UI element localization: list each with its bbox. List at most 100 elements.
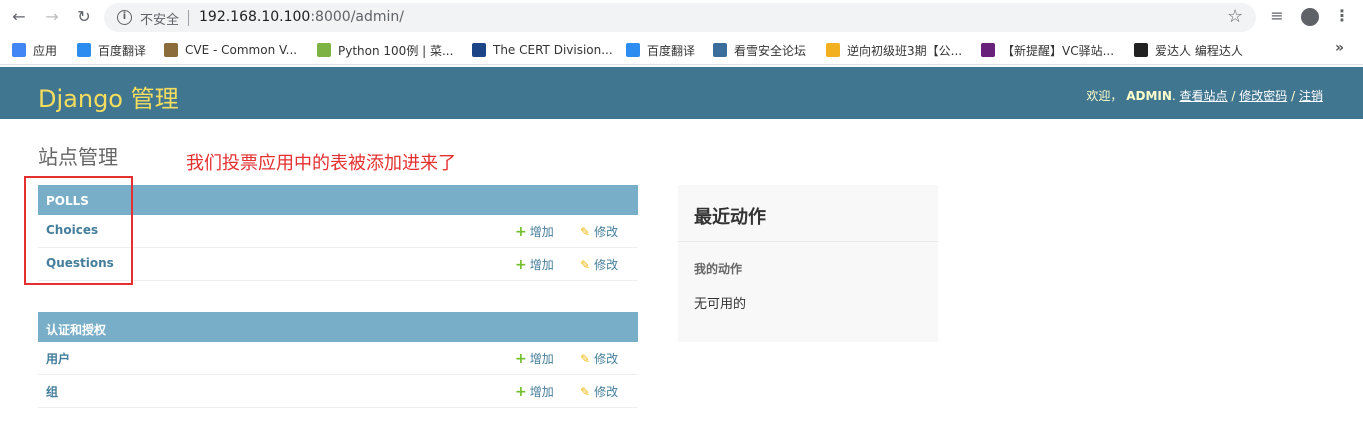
pencil-icon: ✎ bbox=[580, 385, 591, 399]
bookmark-item[interactable]: 百度翻译 bbox=[626, 41, 695, 59]
cert-icon bbox=[472, 43, 486, 57]
bookmark-item[interactable]: 【新提醒】VC驿站... bbox=[981, 41, 1114, 59]
translate-icon bbox=[626, 43, 640, 57]
bookmark-item[interactable]: 逆向初级班3期【公... bbox=[826, 41, 962, 59]
bookmark-label: 百度翻译 bbox=[98, 43, 147, 58]
bookmark-label: CVE - Common V... bbox=[185, 43, 298, 57]
no-actions-text: 无可用的 bbox=[694, 297, 747, 312]
omnibox-divider bbox=[188, 10, 189, 26]
add-label: 增加 bbox=[529, 225, 554, 239]
app-module-polls: Polls Choices + 增加 ✎ 修改 Questions + 增加 ✎ 修改 bbox=[38, 185, 638, 281]
trophy-icon bbox=[826, 43, 840, 57]
profile-avatar-icon[interactable] bbox=[1301, 8, 1319, 26]
separator: / bbox=[1231, 89, 1236, 103]
change-password-link[interactable]: 修改密码 bbox=[1239, 89, 1287, 103]
adaren-icon bbox=[1134, 43, 1148, 57]
url-host: 192.168.10.100 bbox=[199, 9, 311, 25]
pencil-icon: ✎ bbox=[580, 352, 591, 366]
annotation-text: 我们投票应用中的表被添加进来了 bbox=[186, 153, 456, 174]
welcome-text: 欢迎， bbox=[1086, 89, 1123, 103]
bookmark-label: 【新提醒】VC驿站... bbox=[1002, 43, 1115, 58]
site-branding[interactable]: Django 管理 bbox=[38, 79, 179, 114]
model-link-questions[interactable]: Questions bbox=[46, 256, 114, 270]
bookmark-item[interactable]: 应用 bbox=[12, 41, 57, 59]
bookmark-item[interactable]: 看雪安全论坛 bbox=[713, 41, 806, 59]
add-label: 增加 bbox=[529, 385, 554, 399]
not-secure-label: 不安全 bbox=[140, 13, 180, 28]
my-actions-heading: 我的动作 bbox=[694, 262, 743, 276]
user-tools: 欢迎， ADMIN. 查看站点 / 修改密码 / 注销 bbox=[1086, 87, 1323, 104]
url-path: :8000/admin/ bbox=[310, 9, 404, 25]
change-label: 修改 bbox=[594, 352, 619, 366]
pencil-icon: ✎ bbox=[580, 225, 591, 239]
plus-icon: + bbox=[515, 224, 527, 240]
period-sep: . bbox=[1171, 89, 1180, 103]
add-label: 增加 bbox=[529, 352, 554, 366]
view-site-link[interactable]: 查看站点 bbox=[1180, 89, 1228, 103]
back-arrow-icon[interactable]: ← bbox=[8, 6, 30, 28]
plus-icon: + bbox=[515, 351, 527, 367]
bookmark-item[interactable]: CVE - Common V... bbox=[164, 41, 297, 59]
admin-header: Django 管理 欢迎， ADMIN. 查看站点 / 修改密码 / 注销 bbox=[0, 67, 1363, 119]
username: ADMIN bbox=[1126, 89, 1172, 103]
address-bar[interactable]: i 不安全 192.168.10.100:8000/admin/ ☆ bbox=[104, 3, 1256, 32]
add-link[interactable]: + 增加 bbox=[515, 383, 554, 400]
recent-actions-panel: 最近动作 我的动作 无可用的 bbox=[678, 185, 938, 342]
bookmark-label: 应用 bbox=[33, 43, 58, 58]
add-link[interactable]: + 增加 bbox=[515, 223, 554, 240]
model-row: 组 + 增加 ✎ 修改 bbox=[38, 375, 638, 408]
change-link[interactable]: ✎ 修改 bbox=[580, 350, 618, 367]
bookmark-item[interactable]: 百度翻译 bbox=[77, 41, 146, 59]
media-queue-icon[interactable]: ≡ bbox=[1266, 6, 1288, 25]
forward-arrow-icon[interactable]: → bbox=[41, 6, 63, 28]
add-link[interactable]: + 增加 bbox=[515, 350, 554, 367]
translate-icon bbox=[77, 43, 91, 57]
bookmark-item[interactable]: 爱达人 编程达人 bbox=[1134, 41, 1243, 59]
url-text[interactable]: 192.168.10.100:8000/admin/ bbox=[199, 9, 404, 25]
reload-icon[interactable]: ↻ bbox=[73, 6, 95, 28]
module-caption[interactable]: 认证和授权 bbox=[38, 312, 638, 342]
model-row: Questions + 增加 ✎ 修改 bbox=[38, 248, 638, 281]
divider bbox=[678, 241, 938, 242]
model-link-groups[interactable]: 组 bbox=[46, 383, 58, 400]
bookmark-label: 爱达人 编程达人 bbox=[1155, 43, 1243, 58]
cve-icon bbox=[164, 43, 178, 57]
model-link-users[interactable]: 用户 bbox=[46, 350, 70, 367]
bookmark-label: The CERT Division... bbox=[493, 43, 613, 57]
model-row: 用户 + 增加 ✎ 修改 bbox=[38, 342, 638, 375]
snowflake-icon bbox=[713, 43, 727, 57]
plus-icon: + bbox=[515, 384, 527, 400]
menu-kebab-icon[interactable]: ⋮ bbox=[1331, 6, 1353, 25]
bookmark-item[interactable]: Python 100例 | 菜... bbox=[317, 41, 453, 59]
app-module-auth: 认证和授权 用户 + 增加 ✎ 修改 组 + 增加 ✎ 修改 bbox=[38, 312, 638, 408]
change-label: 修改 bbox=[594, 258, 619, 272]
change-link[interactable]: ✎ 修改 bbox=[580, 223, 618, 240]
pencil-icon: ✎ bbox=[580, 258, 591, 272]
bookmark-star-icon[interactable]: ☆ bbox=[1227, 6, 1243, 27]
bookmark-label: 百度翻译 bbox=[647, 43, 696, 58]
info-icon[interactable]: i bbox=[117, 10, 132, 25]
bookmarks-bar: 应用 百度翻译 CVE - Common V... Python 100例 | 菜..… bbox=[0, 35, 1363, 65]
logout-link[interactable]: 注销 bbox=[1299, 89, 1323, 103]
change-label: 修改 bbox=[594, 385, 619, 399]
more-bookmarks-icon[interactable]: » bbox=[1335, 40, 1344, 56]
page-title: 站点管理 bbox=[38, 145, 118, 169]
bookmark-item[interactable]: The CERT Division... bbox=[472, 41, 613, 59]
bookmark-label: Python 100例 | 菜... bbox=[338, 43, 454, 58]
browser-toolbar: ← → ↻ i 不安全 192.168.10.100:8000/admin/ ☆… bbox=[0, 0, 1363, 35]
add-label: 增加 bbox=[529, 258, 554, 272]
runoob-icon bbox=[317, 43, 331, 57]
model-link-choices[interactable]: Choices bbox=[46, 223, 98, 237]
add-link[interactable]: + 增加 bbox=[515, 256, 554, 273]
change-label: 修改 bbox=[594, 225, 619, 239]
change-link[interactable]: ✎ 修改 bbox=[580, 256, 618, 273]
model-row: Choices + 增加 ✎ 修改 bbox=[38, 215, 638, 248]
module-caption[interactable]: Polls bbox=[38, 185, 638, 215]
plus-icon: + bbox=[515, 257, 527, 273]
recent-actions-title: 最近动作 bbox=[694, 207, 766, 228]
change-link[interactable]: ✎ 修改 bbox=[580, 383, 618, 400]
bookmark-label: 看雪安全论坛 bbox=[734, 43, 807, 58]
separator: / bbox=[1291, 89, 1296, 103]
bookmark-label: 逆向初级班3期【公... bbox=[847, 43, 963, 58]
apps-grid-icon bbox=[12, 43, 26, 57]
